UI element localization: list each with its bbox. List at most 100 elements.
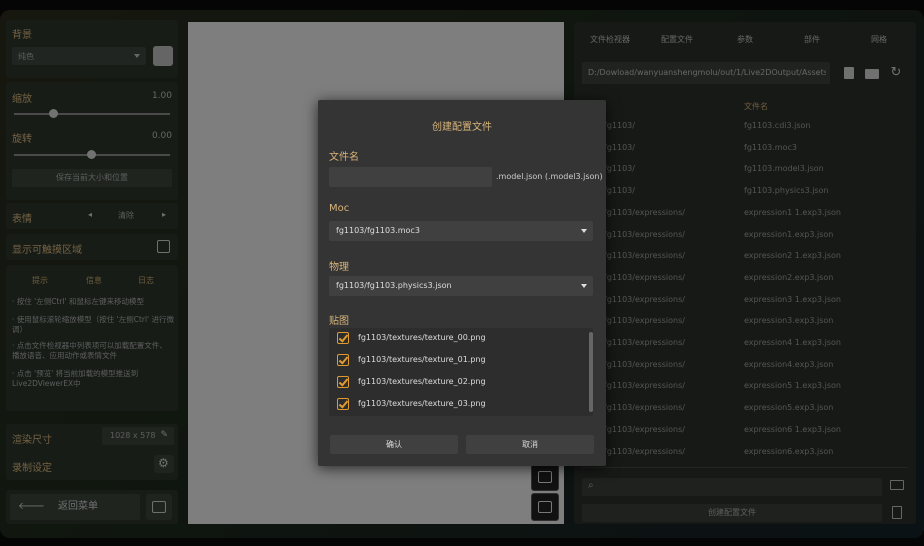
tab-info[interactable]: 信息 [86,275,102,286]
folder-icon[interactable] [863,64,881,82]
file-row-name: expression3 1.exp3.json [744,294,841,304]
open-folder-icon[interactable] [890,480,904,490]
texture-item[interactable]: fg1103/textures/texture_02.png [329,372,587,393]
tab-log[interactable]: 日志 [138,275,154,286]
file-row-name: expression2.exp3.json [744,272,834,282]
chevron-right-icon[interactable]: ▸ [162,210,166,219]
texture-item[interactable]: fg1103/textures/texture_01.png [329,350,587,371]
tab-file-inspector[interactable]: 文件检视器 [590,34,630,45]
background-select[interactable]: 纯色 [12,47,146,65]
file-row[interactable]: fg1103/expressions/expression1 1.exp3.js… [574,203,894,224]
path-field[interactable]: D:/Dowload/wanyuanshengmolu/out/1/Live2D… [582,62,830,84]
file-row-dir: fg1103/expressions/ [604,251,685,261]
search-input[interactable]: ⌕ [582,478,882,496]
background-section: 背景 纯色 [6,20,178,78]
zoom-slider-track[interactable] [14,113,170,115]
file-row[interactable]: fg1103/fg1103.physics3.json [574,181,894,202]
render-size-label: 渲染尺寸 [12,435,52,446]
create-config-dialog: 创建配置文件 文件名 .model.json (.model3.json) Mo… [318,100,606,466]
texture-item[interactable]: fg1103/textures/texture_03.png [329,394,587,415]
cancel-button[interactable]: 取消 [466,435,594,454]
file-row[interactable]: fg1103/expressions/expression3.exp3.json [574,311,894,332]
file-row[interactable]: fg1103/expressions/expression2.exp3.json [574,268,894,289]
file-row[interactable]: fg1103/expressions/expression6 1.exp3.js… [574,420,894,441]
filename-suffix: .model.json (.model3.json) [496,172,603,181]
file-row[interactable]: fg1103/fg1103.model3.json [574,159,894,180]
texture-list-scrollbar[interactable] [589,332,593,412]
texture-item-label: fg1103/textures/texture_02.png [358,377,486,386]
expression-label: 表情 [12,214,32,225]
file-row-name: expression5 1.exp3.json [744,381,841,391]
file-row[interactable]: fg1103/expressions/expression4 1.exp3.js… [574,333,894,354]
file-icon[interactable] [840,64,858,82]
pencil-icon: ✎ [160,430,168,440]
file-row[interactable]: fg1103/fg1103.cdi3.json [574,116,894,137]
refresh-icon[interactable]: ↻ [887,64,905,82]
expression-clear-button[interactable]: 清除 [118,210,134,221]
checkbox-checked-icon[interactable] [337,354,349,366]
export-icon[interactable] [146,494,172,520]
tab-config[interactable]: 配置文件 [661,34,693,45]
file-row-dir: fg1103/ [604,186,635,196]
rotate-label: 旋转 [12,134,32,145]
moc-select[interactable]: fg1103/fg1103.moc3 [329,221,593,241]
texture-item-label: fg1103/textures/texture_03.png [358,399,486,408]
file-row[interactable]: fg1103/expressions/expression1.exp3.json [574,225,894,246]
render-section: 渲染尺寸 1028 x 578 ✎ 录制设定 ⚙ [6,424,178,480]
file-row-dir: fg1103/expressions/ [604,316,685,326]
file-row-name: fg1103.moc3 [744,142,797,152]
tab-parts[interactable]: 部件 [804,34,820,45]
file-row[interactable]: fg1103/expressions/expression3 1.exp3.js… [574,290,894,311]
filename-input[interactable] [329,167,492,187]
confirm-button[interactable]: 确认 [330,435,458,454]
back-section: 🡐 返回菜单 [6,490,178,524]
tab-mesh[interactable]: 网格 [871,34,887,45]
layout-toggle-icon[interactable] [531,463,559,491]
file-row-name: expression2 1.exp3.json [744,251,841,261]
checkbox-checked-icon[interactable] [337,376,349,388]
file-row[interactable]: fg1103/expressions/expression5 1.exp3.js… [574,376,894,397]
gear-icon[interactable]: ⚙ [154,455,174,473]
back-menu-button[interactable]: 🡐 返回菜单 [10,494,140,520]
file-row-dir: fg1103/expressions/ [604,207,685,217]
physics-select[interactable]: fg1103/fg1103.physics3.json [329,276,593,296]
chevron-left-icon[interactable]: ◂ [88,210,92,219]
file-row[interactable]: fg1103/expressions/expression5.exp3.json [574,398,894,419]
moc-select-value: fg1103/fg1103.moc3 [336,226,420,235]
file-row-dir: fg1103/expressions/ [604,424,685,434]
render-size-field[interactable]: 1028 x 578 ✎ [102,427,174,445]
texture-item[interactable]: fg1103/textures/texture_00.png [329,328,587,349]
path-value: D:/Dowload/wanyuanshengmolu/out/1/Live2D… [588,68,826,77]
file-row-dir: fg1103/expressions/ [604,272,685,282]
show-touch-label: 显示可触摸区域 [12,245,82,256]
checkbox-checked-icon[interactable] [337,398,349,410]
file-row-name: expression6 1.exp3.json [744,424,841,434]
file-row[interactable]: fg1103/expressions/expression2 1.exp3.js… [574,246,894,267]
tab-tips[interactable]: 提示 [32,275,48,286]
rotate-slider-knob[interactable] [87,150,96,159]
file-row-dir: fg1103/expressions/ [604,403,685,413]
file-row-name: expression1 1.exp3.json [744,207,841,217]
texture-item-label: fg1103/textures/texture_00.png [358,333,486,342]
render-size-value: 1028 x 578 [110,431,156,440]
panel-toggle-icon[interactable] [531,493,559,521]
background-color-swatch[interactable] [153,46,173,66]
file-row-name: expression3.exp3.json [744,316,834,326]
new-file-icon[interactable] [892,506,902,519]
file-row[interactable]: fg1103/expressions/expression6.exp3.json [574,442,894,463]
file-row[interactable]: fg1103/fg1103.moc3 [574,138,894,159]
file-row-dir: fg1103/expressions/ [604,359,685,369]
file-row-name: fg1103.physics3.json [744,186,829,196]
file-row-name: fg1103.model3.json [744,164,824,174]
chevron-down-icon [581,284,587,288]
file-row-name: expression5.exp3.json [744,403,834,413]
file-row[interactable]: fg1103/expressions/expression4.exp3.json [574,355,894,376]
create-config-button[interactable]: 创建配置文件 [582,504,882,522]
texture-list: fg1103/textures/texture_00.png fg1103/te… [329,328,593,416]
checkbox-checked-icon[interactable] [337,332,349,344]
tab-params[interactable]: 参数 [737,34,753,45]
file-row-dir: fg1103/expressions/ [604,338,685,347]
save-size-button[interactable]: 保存当前大小和位置 [12,169,172,187]
show-touch-checkbox[interactable] [157,240,170,253]
zoom-slider-knob[interactable] [49,109,58,118]
